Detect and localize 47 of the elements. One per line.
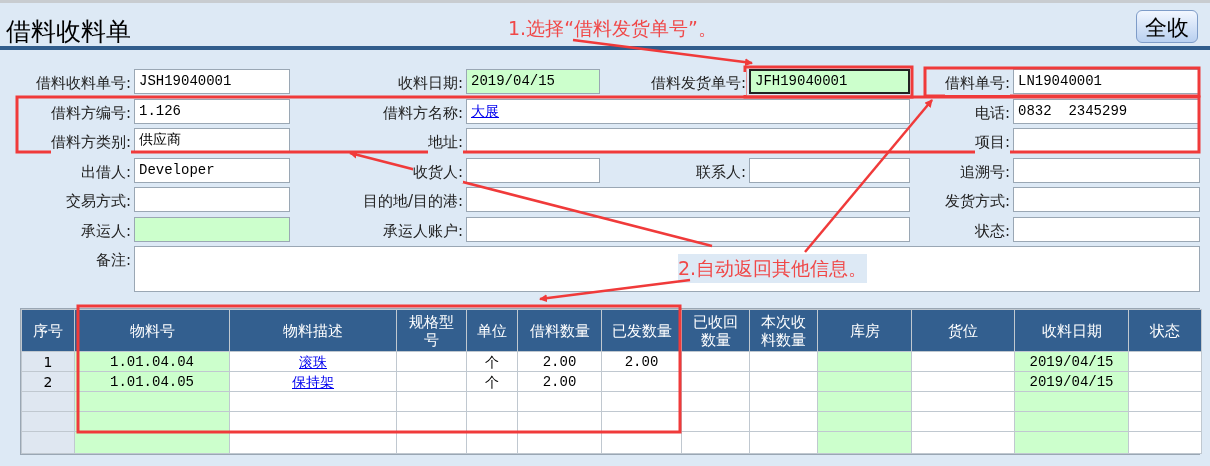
input-field[interactable]	[1013, 157, 1200, 183]
input-field[interactable]	[1013, 216, 1200, 242]
input-field[interactable]: 大展	[466, 98, 910, 124]
input-field[interactable]	[466, 128, 910, 153]
input-field[interactable]: LN19040001	[1013, 69, 1200, 94]
column-header: 状态	[1128, 309, 1202, 352]
input-field[interactable]: Developer	[134, 157, 290, 183]
column-header: 单位	[466, 309, 518, 352]
input-field[interactable]	[749, 157, 910, 183]
table-cell	[21, 391, 75, 412]
table-cell: 2	[21, 371, 75, 392]
input-field[interactable]	[134, 187, 290, 212]
receive-all-button[interactable]: 全收	[1136, 10, 1198, 43]
input-field[interactable]	[134, 216, 290, 242]
input-field[interactable]: JFH19040001	[749, 69, 910, 94]
column-header: 物料号	[74, 309, 230, 352]
input-field[interactable]: JSH19040001	[134, 69, 290, 94]
annotation-text: 1.选择“借料发货单号”。	[508, 16, 717, 41]
input-field[interactable]	[466, 157, 600, 183]
input-field[interactable]: 1.126	[134, 98, 290, 124]
input-field[interactable]	[1013, 128, 1200, 153]
input-field[interactable]: 2019/04/15	[466, 69, 600, 94]
input-field[interactable]: 供应商	[134, 128, 290, 153]
column-header: 货位	[911, 309, 1015, 352]
field-label: 借料方类别:	[50, 131, 131, 154]
input-field[interactable]	[466, 216, 910, 242]
column-header: 本次收料数量	[749, 309, 818, 352]
annotation-text: 2.自动返回其他信息。	[678, 254, 868, 283]
column-header: 序号	[21, 309, 75, 352]
table-cell	[21, 431, 75, 454]
column-header: 已收回数量	[681, 309, 750, 352]
input-field[interactable]	[466, 187, 910, 212]
remark-field[interactable]	[134, 246, 1200, 292]
page-title: 借料收料单	[6, 19, 131, 46]
input-field[interactable]: 0832 2345299	[1013, 98, 1200, 124]
field-label: 地址:	[427, 131, 463, 154]
column-header: 已发数量	[601, 309, 682, 352]
column-header: 物料描述	[229, 309, 397, 352]
column-header: 规格型号	[396, 309, 467, 352]
table-cell: 1	[21, 351, 75, 372]
column-header: 借料数量	[517, 309, 602, 352]
field-label: 借料发货单号:	[650, 72, 746, 95]
field-label: 借料单号:	[944, 72, 1010, 95]
column-header: 收料日期	[1014, 309, 1129, 352]
table-cell	[21, 411, 75, 432]
input-field[interactable]	[1013, 187, 1200, 212]
column-header: 库房	[817, 309, 912, 352]
